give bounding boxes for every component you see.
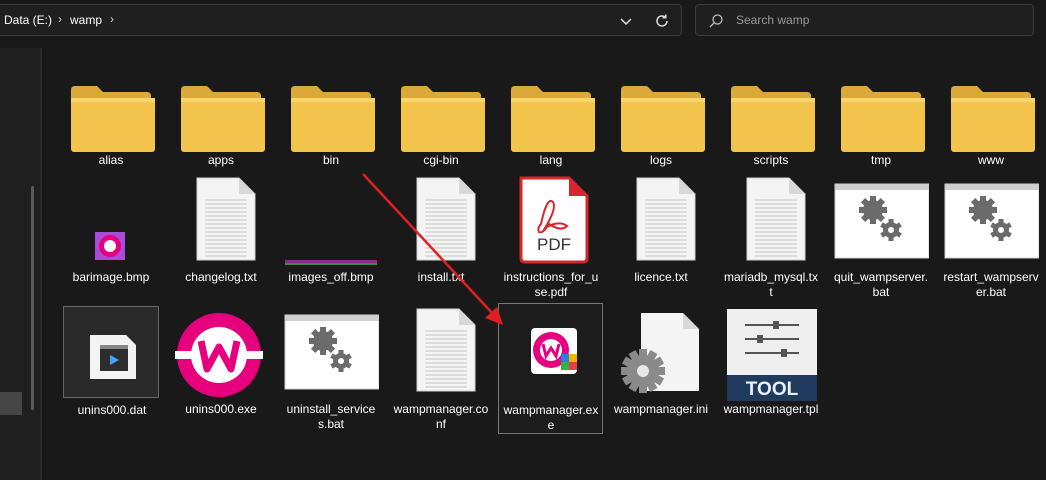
file-item[interactable]: wampmanager.conf [393,307,489,436]
text-icon [723,176,819,277]
file-item[interactable]: wampmanager.exe [498,303,603,434]
history-dropdown-icon[interactable] [614,9,638,33]
file-name-label: images_off.bmp [288,270,374,284]
file-item[interactable]: barimage.bmp [63,176,159,304]
file-item[interactable]: logs [613,64,709,187]
file-item[interactable]: quit_wampserver.bat [833,176,930,304]
file-name-label: wampmanager.exe [503,403,599,432]
file-name-label: bin [322,153,339,167]
nav-selected-item[interactable] [0,392,22,415]
file-name-label: licence.txt [634,270,688,284]
navigation-pane[interactable] [0,48,40,480]
file-item[interactable]: unins000.exe [173,307,269,436]
file-item[interactable]: licence.txt [613,176,709,304]
text-icon [393,176,489,277]
breadcrumb-separator[interactable]: › [110,12,114,26]
search-box[interactable]: Search wamp [695,4,1034,36]
file-item[interactable]: restart_wampserver.bat [943,176,1040,304]
file-name-label: wampmanager.ini [613,402,709,416]
folder-icon [283,64,379,165]
folder-icon [723,64,819,165]
file-name-label: instructions_for_use.pdf [503,270,599,299]
tool-icon: TOOL [723,307,819,412]
wamp-app-icon [503,304,599,405]
file-name-label: logs [649,153,672,167]
file-name-label: tmp [870,153,891,167]
text-icon [173,176,269,277]
pdf-icon: PDF [503,176,599,277]
file-name-label: alias [98,153,124,167]
bmp-strip-icon [283,176,379,277]
refresh-icon[interactable] [650,9,674,33]
file-item[interactable]: uninstall_services.bat [283,307,380,436]
file-item[interactable]: install.txt [393,176,489,304]
file-item[interactable]: mariadb_mysql.txt [723,176,819,304]
breadcrumb-separator[interactable]: › [58,12,62,26]
file-name-label: www [978,153,1004,167]
pane-divider[interactable] [40,48,42,480]
file-name-label: barimage.bmp [72,270,150,284]
bmp-wamp-icon [63,176,159,277]
file-name-label: wampmanager.tpl [723,402,819,416]
svg-text:TOOL: TOOL [746,379,799,400]
file-item[interactable]: scripts [723,64,819,187]
batch-icon [833,176,930,277]
file-name-label: install.txt [417,270,465,284]
folder-icon [63,64,159,165]
file-item[interactable]: images_off.bmp [283,176,379,304]
folder-icon [393,64,489,165]
file-item[interactable]: changelog.txt [173,176,269,304]
folder-icon [833,64,929,165]
breadcrumb-folder[interactable]: wamp [70,13,102,27]
search-input[interactable]: Search wamp [736,13,809,27]
file-item[interactable]: tmp [833,64,929,187]
batch-icon [283,307,380,408]
batch-icon [943,176,1040,277]
video-icon [64,307,160,408]
folder-icon [503,64,599,165]
file-item[interactable]: lang [503,64,599,187]
file-name-label: scripts [753,153,789,167]
file-name-label: quit_wampserver.bat [833,270,929,299]
file-name-label: changelog.txt [185,270,257,284]
folder-icon [173,64,269,165]
file-item[interactable]: apps [173,64,269,187]
file-item[interactable]: bin [283,64,379,187]
file-item[interactable]: PDF instructions_for_use.pdf [503,176,599,304]
file-name-label: cgi-bin [423,153,459,167]
file-name-label: lang [539,153,563,167]
file-name-label: uninstall_services.bat [286,402,376,431]
file-item[interactable]: unins000.dat [63,306,159,417]
file-name-label: mariadb_mysql.txt [723,270,819,299]
file-item[interactable]: cgi-bin [393,64,489,187]
breadcrumb-drive[interactable]: Data (E:) [4,13,52,27]
folder-icon [613,64,709,165]
file-name-label: restart_wampserver.bat [943,270,1039,299]
ini-icon [613,307,709,408]
file-item[interactable]: www [943,64,1039,187]
wamp-logo-icon [173,307,269,408]
file-name-label: wampmanager.conf [393,402,489,431]
file-item[interactable]: wampmanager.ini [613,307,709,436]
svg-text:PDF: PDF [537,235,571,254]
file-name-label: unins000.dat [77,403,147,417]
folder-icon [943,64,1039,165]
text-icon [613,176,709,277]
file-item[interactable]: alias [63,64,159,187]
search-icon [708,13,724,29]
file-name-label: unins000.exe [185,402,257,416]
text-icon [393,307,489,408]
nav-scrollbar[interactable] [31,186,34,410]
file-item[interactable]: TOOL wampmanager.tpl [723,307,819,436]
address-bar[interactable]: Data (E:) › wamp › [0,4,682,36]
file-name-label: apps [207,153,235,167]
